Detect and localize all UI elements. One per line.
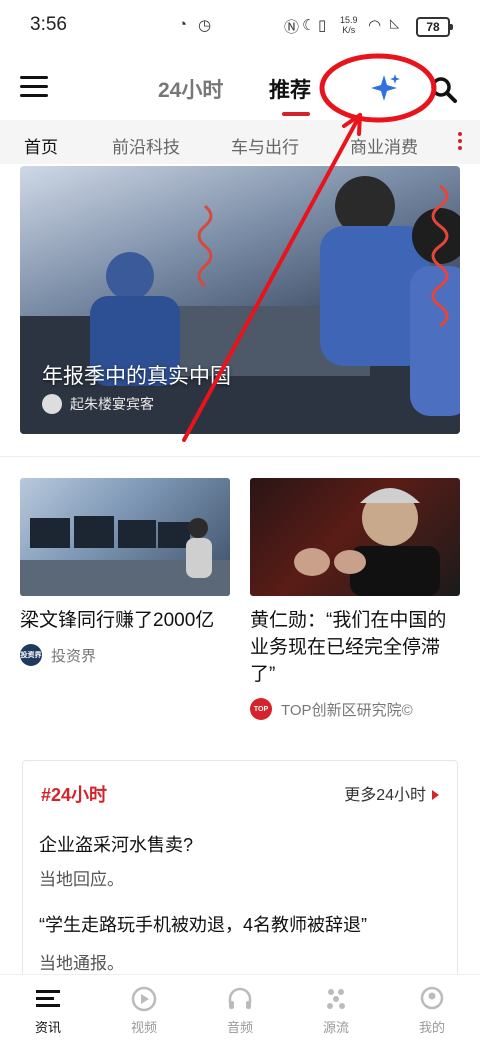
- author-avatar: [42, 394, 62, 414]
- article-title: 梁文锋同行赚了2000亿: [20, 610, 215, 631]
- news-icon: [36, 990, 60, 1007]
- active-tab-indicator: [282, 112, 310, 116]
- network-speed-unit: K/s: [342, 25, 356, 35]
- category-auto[interactable]: 车与出行: [231, 133, 299, 158]
- top-bar: 24小时 推荐: [0, 54, 480, 118]
- article-source-name: 投资界: [51, 647, 97, 665]
- article-source: TOP TOP创新区研究院©: [250, 698, 460, 720]
- wifi-icon: ◠: [368, 17, 382, 34]
- vibrate-icon: ▯: [318, 17, 327, 34]
- moon-icon: ☾: [302, 17, 316, 34]
- trading-desk-photo: [20, 478, 230, 596]
- notification-icon: ◔: [178, 16, 188, 33]
- battery-indicator: 78: [416, 17, 453, 37]
- article-source-name: TOP创新区研究院©: [281, 701, 413, 719]
- nav-label: 视频: [130, 1020, 157, 1035]
- source-avatar: 投资界: [20, 644, 42, 666]
- tab-recommend[interactable]: 推荐: [269, 74, 311, 104]
- news-headline[interactable]: 企业盗采河水售卖?: [39, 831, 193, 857]
- tab-24h[interactable]: 24小时: [158, 74, 223, 104]
- dots-cluster-icon: [327, 989, 345, 1009]
- nav-source[interactable]: 源流: [306, 985, 366, 1036]
- status-time: 3:56: [30, 14, 67, 35]
- more-24h-link[interactable]: 更多24小时: [344, 781, 439, 805]
- more-categories-icon[interactable]: [458, 132, 462, 153]
- panel-title: #24小时: [41, 785, 108, 805]
- hero-title: 年报季中的真实中国: [42, 365, 231, 388]
- sparkle-icon[interactable]: [370, 72, 402, 104]
- nav-news[interactable]: 资讯: [18, 985, 78, 1036]
- hero-source-name: 起朱楼宴宾客: [70, 396, 154, 412]
- article-card[interactable]: 黄仁勋：“我们在中国的业务现在已经完全停滞了” TOP TOP创新区研究院©: [250, 478, 460, 720]
- news-headline[interactable]: “学生走路玩手机被劝退，4名教师被辞退”: [39, 911, 367, 937]
- nav-video[interactable]: 视频: [114, 985, 174, 1036]
- nav-label: 音频: [226, 1020, 253, 1035]
- nav-profile[interactable]: 我的: [402, 985, 462, 1036]
- profile-icon: [420, 986, 444, 1010]
- news-summary: 当地通报。: [39, 954, 124, 973]
- news-summary: 当地回应。: [39, 870, 124, 889]
- speedometer-icon: ◷: [198, 17, 212, 34]
- news-24h-panel: #24小时 更多24小时 企业盗采河水售卖? 当地回应。 “学生走路玩手机被劝退…: [22, 760, 458, 1002]
- category-consumer[interactable]: 商业消费: [350, 133, 418, 158]
- source-avatar: TOP: [250, 698, 272, 720]
- category-home[interactable]: 首页: [24, 133, 58, 158]
- category-tech[interactable]: 前沿科技: [112, 133, 180, 158]
- status-bar: 3:56 ◔ ◷ Ⓝ ☾ ▯ 15.9 K/s ◠ ◺ 78: [0, 0, 480, 54]
- article-card[interactable]: 梁文锋同行赚了2000亿 投资界 投资界: [20, 478, 230, 666]
- no-signal-icon: ◺: [390, 16, 400, 30]
- divider: [0, 456, 480, 457]
- nfc-icon: Ⓝ: [284, 19, 300, 36]
- nav-label: 源流: [322, 1020, 349, 1035]
- bottom-nav: 资讯 视频 音频 源流 我的: [0, 974, 480, 1041]
- video-icon: [131, 986, 157, 1012]
- nav-audio[interactable]: 音频: [210, 985, 270, 1036]
- category-bar: 首页 前沿科技 车与出行 商业消费: [0, 120, 480, 164]
- nav-label: 我的: [418, 1020, 445, 1035]
- network-speed: 15.9 K/s: [340, 15, 358, 35]
- speaker-photo: [250, 478, 460, 596]
- article-source: 投资界 投资界: [20, 644, 230, 666]
- article-title: 黄仁勋：“我们在中国的业务现在已经完全停滞了”: [250, 610, 447, 685]
- hero-source: 起朱楼宴宾客: [42, 394, 154, 414]
- hero-article[interactable]: 年报季中的真实中国 起朱楼宴宾客: [20, 166, 460, 434]
- search-icon[interactable]: [430, 76, 458, 104]
- menu-icon[interactable]: [20, 76, 48, 98]
- headphones-icon: [228, 987, 252, 1009]
- network-speed-value: 15.9: [340, 15, 358, 25]
- nav-label: 资讯: [34, 1020, 61, 1035]
